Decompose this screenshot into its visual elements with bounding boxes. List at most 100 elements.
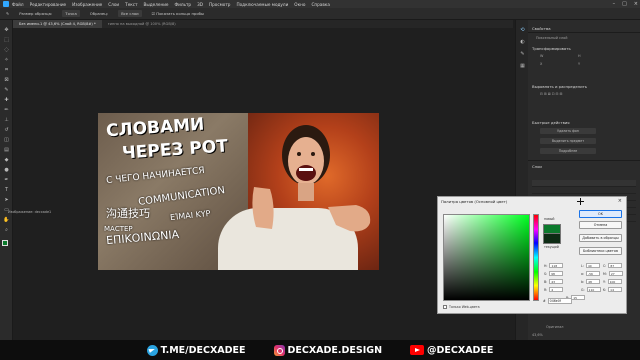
gradient-tool-icon[interactable]: ▤ (3, 148, 10, 153)
eraser-tool-icon[interactable]: ◫ (3, 138, 10, 143)
h-label: H: (544, 263, 548, 268)
r-input[interactable]: 4 (549, 287, 564, 292)
dodge-tool-icon[interactable]: ● (3, 168, 10, 173)
type-tool-icon[interactable]: T (3, 188, 10, 193)
youtube-link[interactable]: @DECXADEE (410, 345, 493, 356)
select-subject-button[interactable]: Выделить предмет (540, 138, 596, 144)
pen-tool-icon[interactable]: ✒ (3, 178, 10, 183)
cancel-button[interactable]: Отмена (579, 221, 622, 229)
path-select-tool-icon[interactable]: ➤ (3, 198, 10, 203)
minimize-icon[interactable]: – (613, 1, 616, 7)
healing-tool-icon[interactable]: ✚ (3, 98, 10, 103)
stamp-tool-icon[interactable]: ⊥ (3, 118, 10, 123)
transform-h-label: H (578, 54, 581, 58)
hand-left-illustration (252, 187, 274, 229)
adjustments-panel-icon[interactable]: ◐ (519, 40, 526, 45)
web-colors-only-option[interactable]: Только Web-цвета (443, 305, 480, 309)
learn-more-button[interactable]: Подробнее (540, 148, 596, 154)
hex-input[interactable]: 046e0f (547, 298, 572, 304)
tab-document-1[interactable]: Без имени-1 @ 43,6% (Слой 4, RGB/8#) * (13, 20, 102, 28)
s-input[interactable]: 98 (549, 271, 564, 276)
g-input[interactable]: 110 (586, 287, 601, 292)
close-window-icon[interactable]: × (634, 1, 638, 7)
paths-panel-icon[interactable]: ✎ (519, 52, 526, 57)
properties-panel-title[interactable]: Свойства (532, 26, 551, 31)
menu-file[interactable]: Файл (12, 2, 24, 7)
add-to-swatches-button[interactable]: Добавить в образцы (579, 234, 622, 242)
menu-help[interactable]: Справка (311, 2, 329, 7)
zoom-tool-icon[interactable]: ⌕ (3, 228, 10, 233)
quick-select-tool-icon[interactable]: ✧ (3, 58, 10, 63)
maximize-icon[interactable]: □ (622, 1, 627, 7)
sample-select[interactable]: Все слои (118, 10, 142, 17)
layer-row[interactable] (532, 180, 636, 187)
blur-tool-icon[interactable]: ◆ (3, 158, 10, 163)
l-input[interactable]: 40 (585, 263, 600, 268)
canvas-credit: Изображение: decxade1 (8, 210, 52, 214)
a-input[interactable]: -56 (586, 271, 601, 276)
ok-button[interactable]: OK (579, 210, 622, 218)
show-ring-checkbox[interactable]: ☑ Показать кольцо пробы (152, 11, 204, 16)
h-input[interactable]: 118 (549, 263, 564, 268)
telegram-link[interactable]: T.ME/DECXADEE (146, 344, 246, 356)
m-input[interactable]: 27 (608, 271, 623, 276)
align-icons-row[interactable]: ⊟ ⊞ ⊠ ⊡ ⊟ ⊞ (540, 92, 562, 96)
document-tabs: Без имени-1 @ 43,6% (Слой 4, RGB/8#) * г… (13, 20, 513, 28)
history-brush-icon[interactable]: ↺ (3, 128, 10, 133)
new-color-swatch (543, 224, 561, 234)
tab-document-2[interactable]: гиппо на выходной @ 100% (RGB/8) (102, 20, 182, 28)
remove-background-button[interactable]: Удалить фон (540, 128, 596, 134)
k-input[interactable]: 14 (608, 287, 623, 292)
hue-slider[interactable] (533, 214, 539, 301)
align-section-title[interactable]: Выровнять и распределить (532, 84, 587, 89)
foreground-color-swatch[interactable] (2, 240, 8, 246)
y-input[interactable]: 100 (607, 279, 622, 284)
hue-field: H: 118 (544, 263, 564, 268)
document-thumbnail-image[interactable]: СЛОВАМИ ЧЕРЕЗ РОТ С ЧЕГО НАЧИНАЕТСЯ COMM… (98, 113, 379, 270)
menu-select[interactable]: Выделение (144, 2, 169, 7)
menu-view[interactable]: Просмотр (209, 2, 231, 7)
eyedropper-icon[interactable]: ✎ (6, 11, 9, 16)
quick-actions-title[interactable]: Быстрые действия (532, 120, 570, 125)
color-field[interactable] (443, 214, 530, 301)
frame-tool-icon[interactable]: ⊠ (3, 78, 10, 83)
current-color-swatch[interactable] (543, 234, 561, 244)
menu-edit[interactable]: Редактирование (30, 2, 67, 7)
close-icon[interactable]: × (618, 198, 622, 204)
layer-row[interactable] (532, 187, 636, 194)
transform-section-title[interactable]: Трансформировать (532, 46, 571, 51)
sample-label: Образец: (89, 11, 109, 16)
photoshop-logo-icon[interactable] (3, 1, 9, 7)
brush-tool-icon[interactable]: ✏ (3, 108, 10, 113)
menu-image[interactable]: Изображение (72, 2, 102, 7)
web-colors-checkbox[interactable] (443, 305, 447, 309)
layers-panel-title[interactable]: Слои (532, 164, 542, 169)
menu-layers[interactable]: Слои (108, 2, 119, 7)
eyedropper-tool-icon[interactable]: ✎ (3, 88, 10, 93)
hand-tool-icon[interactable]: ✋ (3, 218, 10, 223)
bl-input[interactable]: 15 (571, 295, 586, 300)
menu-filter[interactable]: Фильтр (175, 2, 192, 7)
layer-bottom-name[interactable]: Оригинал (546, 325, 563, 329)
m-label: M: (603, 271, 607, 276)
marquee-tool-icon[interactable]: ⬚ (3, 38, 10, 43)
lab-b-label: b: (581, 279, 585, 284)
color-libraries-button[interactable]: Библиотеки цветов (579, 247, 622, 255)
lab-b-input[interactable]: 48 (586, 279, 601, 284)
lasso-tool-icon[interactable]: ◌ (3, 48, 10, 53)
g-label: G: (581, 287, 585, 292)
history-panel-icon[interactable]: ⟲ (519, 28, 526, 33)
panel-divider (528, 32, 640, 33)
menu-window[interactable]: Окно (294, 2, 305, 7)
menu-3d[interactable]: 3D (197, 2, 203, 7)
menu-type[interactable]: Текст (125, 2, 137, 7)
menu-plugins[interactable]: Подключаемые модули (236, 2, 288, 7)
swatches-panel-icon[interactable]: ▦ (519, 64, 526, 69)
crop-tool-icon[interactable]: ⌗ (3, 68, 10, 73)
instagram-link[interactable]: DECXADE.DESIGN (273, 344, 382, 356)
b-label: B: (544, 279, 548, 284)
sample-size-select[interactable]: Точка (62, 10, 80, 17)
move-tool-icon[interactable]: ✥ (3, 28, 10, 33)
b-input[interactable]: 43 (549, 279, 564, 284)
c-input[interactable]: 87 (608, 263, 623, 268)
